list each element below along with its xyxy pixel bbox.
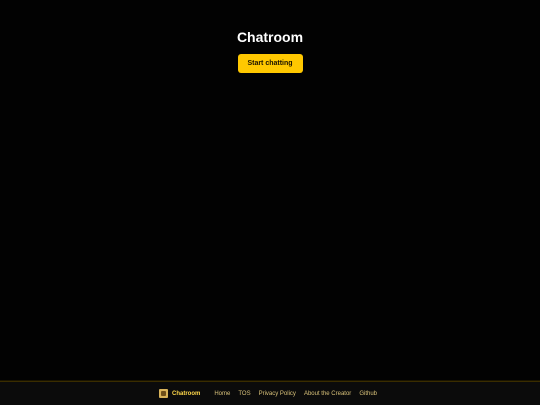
footer-brand[interactable]: Chatroom [159,389,200,398]
page-title: Chatroom [236,29,304,45]
footer-link-about-creator[interactable]: About the Creator [304,391,351,397]
start-chatting-button[interactable]: Start chatting [237,54,303,73]
page: Chatroom Start chatting Chatroom Home TO… [0,0,540,405]
chatroom-logo-icon [159,389,168,398]
hero-section: Chatroom Start chatting [0,0,540,73]
footer: Chatroom Home TOS Privacy Policy About t… [0,381,540,405]
footer-link-github[interactable]: Github [359,391,377,397]
footer-link-tos[interactable]: TOS [238,391,250,397]
footer-brand-name: Chatroom [172,390,201,397]
footer-link-privacy-policy[interactable]: Privacy Policy [259,391,296,397]
footer-link-home[interactable]: Home [214,391,230,397]
